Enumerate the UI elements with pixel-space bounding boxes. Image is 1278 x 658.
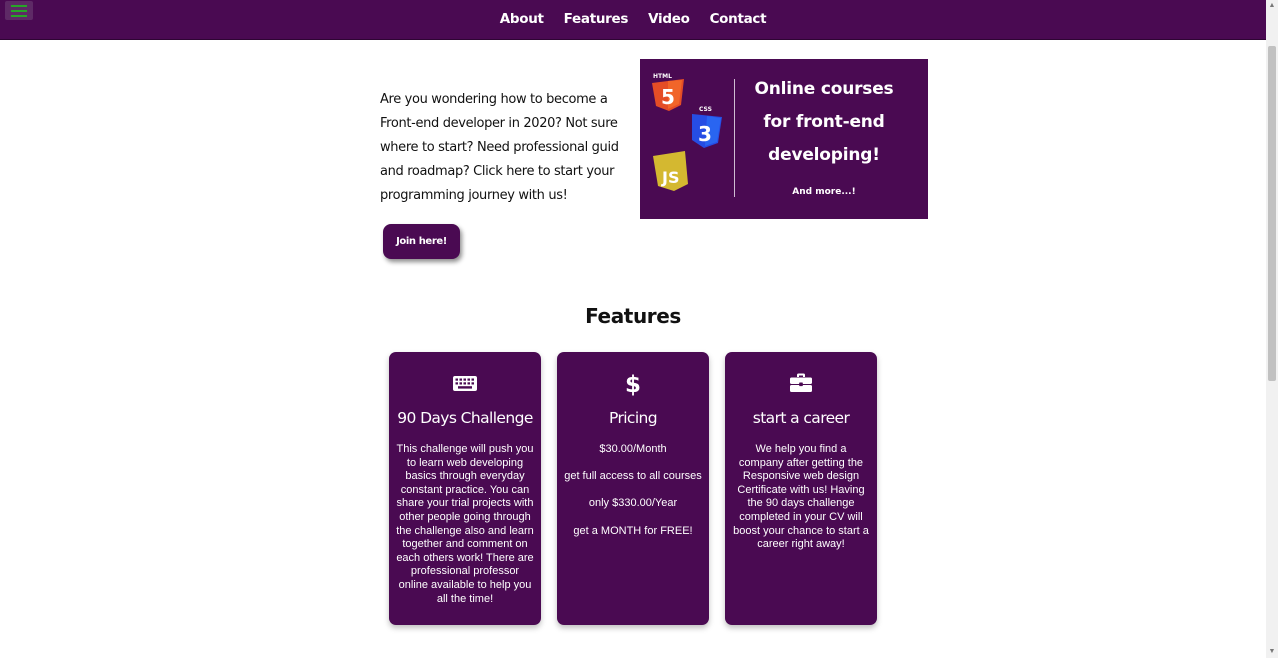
nav-links: About Features Video Contact (0, 0, 1266, 38)
courses-banner-image: HTML 5 CSS 3 JS Online courses for front… (640, 59, 928, 219)
vertical-scrollbar[interactable]: ▲ ▼ (1266, 0, 1278, 658)
banner-subtitle: And more...! (792, 187, 856, 197)
feature-card-title: start a career (752, 409, 850, 427)
banner-title: Online courses for front-end developing! (745, 73, 903, 172)
top-navbar: About Features Video Contact (0, 0, 1266, 40)
css3-logo: CSS 3 (692, 106, 722, 148)
pricing-line-access: get full access to all courses (564, 470, 702, 483)
pricing-line-monthly: $30.00/Month (599, 443, 667, 455)
pricing-line-yearly: only $330.00/Year (588, 497, 678, 510)
feature-card-pricing: $ Pricing $30.00/Month get full access t… (557, 352, 709, 625)
nav-link-contact[interactable]: Contact (700, 11, 777, 27)
keyboard-icon (389, 370, 541, 396)
feature-card-title: Pricing (608, 409, 658, 427)
scroll-up-arrow-icon[interactable]: ▲ (1266, 0, 1278, 12)
svg-text:CSS: CSS (699, 106, 712, 113)
scrollbar-thumb[interactable] (1268, 46, 1276, 381)
banner-title-line-2: for front-end (763, 112, 885, 132)
banner-divider (734, 79, 735, 197)
join-here-button[interactable]: Join here! (383, 224, 460, 259)
svg-text:3: 3 (698, 122, 712, 146)
hero-description: Are you wondering how to become a Front-… (380, 92, 619, 203)
features-heading: Features (585, 304, 681, 328)
feature-card-title: 90 Days Challenge (397, 409, 533, 427)
briefcase-icon (725, 370, 877, 396)
pricing-details: $30.00/Month get full access to all cour… (564, 443, 702, 552)
banner-title-line-1: Online courses (754, 79, 894, 99)
pricing-line-free: get a MONTH for FREE! (573, 524, 693, 537)
svg-text:JS: JS (661, 168, 679, 187)
svg-text:$: $ (625, 372, 641, 396)
svg-text:HTML: HTML (653, 73, 672, 80)
feature-card-text: We help you find a company after getting… (733, 443, 869, 551)
banner-title-line-3: developing! (768, 145, 880, 165)
nav-link-video[interactable]: Video (638, 11, 699, 27)
js-logo: JS (653, 151, 688, 191)
feature-card-career: start a career We help you find a compan… (725, 352, 877, 625)
dollar-icon: $ (557, 370, 709, 396)
nav-link-features[interactable]: Features (554, 11, 638, 27)
html5-logo: HTML 5 (652, 73, 684, 111)
nav-link-about[interactable]: About (490, 11, 554, 27)
feature-card-challenge: 90 Days Challenge This challenge will pu… (389, 352, 541, 625)
scroll-down-arrow-icon[interactable]: ▼ (1266, 646, 1278, 658)
svg-text:5: 5 (661, 85, 675, 109)
feature-card-text: This challenge will push you to learn we… (396, 443, 534, 605)
